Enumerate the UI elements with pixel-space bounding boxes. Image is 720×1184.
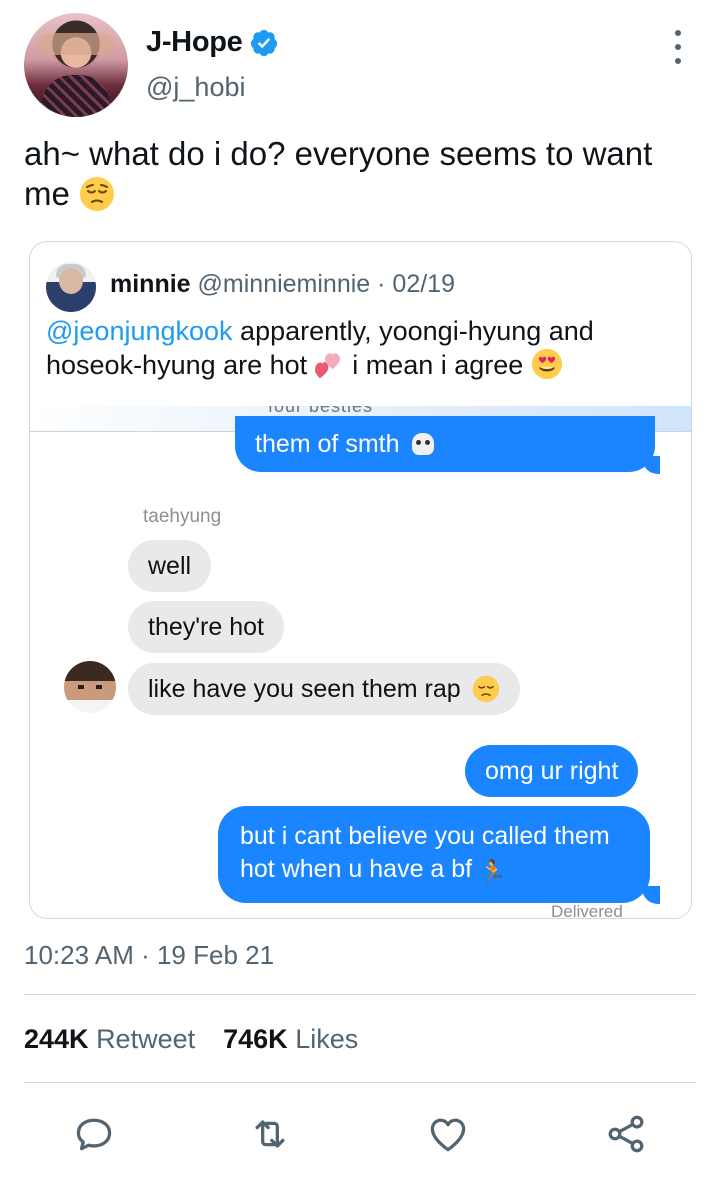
bubble-text: like have you seen them rap	[148, 675, 461, 703]
delivered-status: Delivered	[551, 902, 623, 919]
bubble-text: them of smth	[255, 430, 400, 458]
chat-bubble-sent: but i cant believe you called them hot w…	[218, 806, 650, 903]
reply-icon[interactable]	[72, 1112, 116, 1156]
quoted-author-name[interactable]: minnie	[110, 270, 191, 298]
chat-bubble-received: like have you seen them rap	[128, 663, 520, 715]
retweets-stat[interactable]: 244K Retweet	[24, 1024, 195, 1055]
author-avatar[interactable]	[24, 13, 128, 117]
quoted-tweet[interactable]: minnie @minnieminnie · 02/19 @jeonjungko…	[29, 241, 692, 919]
avatar-detail	[59, 268, 83, 294]
likes-label: Likes	[295, 1024, 359, 1054]
divider	[24, 1082, 696, 1083]
author-display-name[interactable]: J-Hope	[146, 26, 243, 59]
bubble-tail	[642, 886, 660, 904]
mention-link[interactable]: @jeonjungkook	[46, 316, 233, 346]
bubble-tail	[642, 456, 660, 474]
retweet-icon[interactable]	[248, 1112, 292, 1156]
two-hearts-emoji-icon	[314, 353, 340, 379]
action-bar	[0, 1106, 720, 1162]
likes-stat[interactable]: 746K Likes	[223, 1024, 358, 1055]
dot-icon	[675, 58, 681, 64]
bubble-text: but i cant believe you called them hot w…	[240, 822, 610, 883]
chat-bubble-received: well	[128, 540, 212, 592]
retweets-count: 244K	[24, 1024, 89, 1054]
divider	[24, 994, 696, 995]
tweet-text: ah~ what do i do? everyone seems to want…	[24, 134, 684, 214]
dot-icon	[675, 30, 681, 36]
engagement-stats: 244K Retweet 746K Likes	[24, 1024, 358, 1055]
heart-eyes-emoji-icon	[531, 348, 562, 380]
quoted-author-avatar[interactable]	[46, 262, 96, 312]
skull-emoji-icon	[412, 433, 435, 455]
quoted-handle-date: @minnieminnie · 02/19	[197, 270, 455, 298]
like-heart-icon[interactable]	[426, 1112, 470, 1156]
pensive-face-emoji-icon	[80, 177, 115, 211]
share-icon[interactable]	[604, 1112, 648, 1156]
chat-bubble-sent: omg ur right	[465, 745, 639, 797]
chat-sender-name: taehyung	[143, 506, 222, 527]
chat-bubble-sent: them of smth	[235, 416, 655, 472]
tweet-timestamp[interactable]: 10:23 AM · 19 Feb 21	[24, 940, 274, 971]
avatar-detail	[78, 685, 102, 689]
likes-count: 746K	[223, 1024, 288, 1054]
chat-sender-avatar	[64, 661, 116, 713]
quoted-text-part: i mean i agree	[344, 350, 531, 380]
quoted-header: minnie @minnieminnie · 02/19	[110, 270, 455, 299]
chat-screenshot[interactable]: four besties them of smth taehyung well …	[30, 406, 691, 919]
author-name-row: J-Hope	[146, 26, 279, 59]
verified-badge-icon	[250, 29, 277, 56]
tweet-body: ah~ what do i do? everyone seems to want…	[24, 135, 653, 212]
dot-icon	[675, 44, 681, 50]
avatar-detail	[42, 75, 110, 117]
author-handle[interactable]: @j_hobi	[146, 72, 245, 103]
quoted-text: @jeonjungkook apparently, yoongi-hyung a…	[46, 314, 676, 382]
pensive-face-emoji-icon	[472, 675, 499, 703]
retweets-label: Retweet	[96, 1024, 196, 1054]
running-emoji-icon: 🏃	[479, 860, 507, 885]
more-options-button[interactable]	[668, 30, 688, 64]
avatar-detail	[38, 33, 114, 55]
chat-bubble-received: they're hot	[128, 601, 284, 653]
